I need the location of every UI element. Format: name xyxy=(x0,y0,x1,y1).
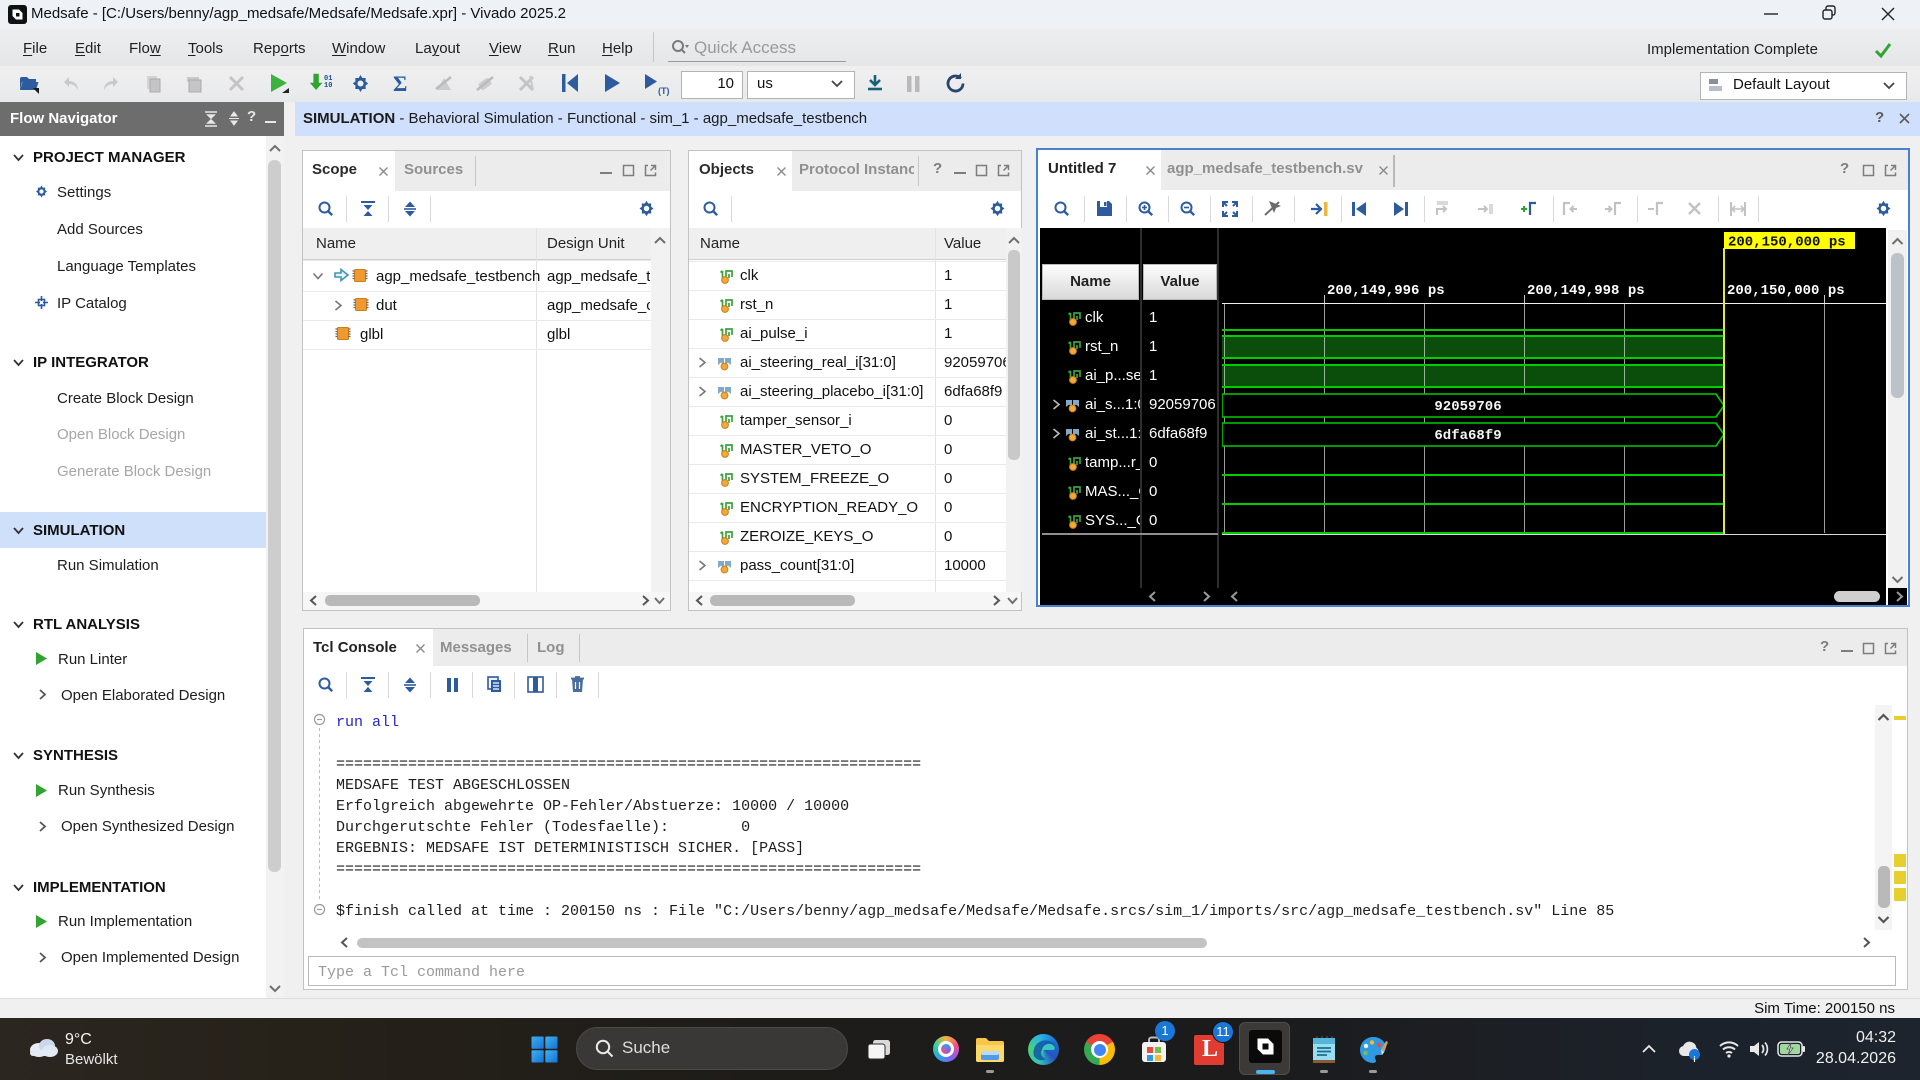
svg-text:(T): (T) xyxy=(658,86,670,96)
svg-text:Σ: Σ xyxy=(393,72,407,95)
svg-text:10: 10 xyxy=(324,82,332,90)
svg-text:200,149,998 ps: 200,149,998 ps xyxy=(1527,283,1645,299)
svg-text:6dfa68f9: 6dfa68f9 xyxy=(1434,428,1501,444)
svg-text:200,150,000 ps: 200,150,000 ps xyxy=(1728,235,1846,251)
svg-text:200,149,996 ps: 200,149,996 ps xyxy=(1327,283,1445,299)
svg-text:92059706: 92059706 xyxy=(1434,399,1501,415)
svg-text:200,150,000 ps: 200,150,000 ps xyxy=(1727,283,1845,299)
